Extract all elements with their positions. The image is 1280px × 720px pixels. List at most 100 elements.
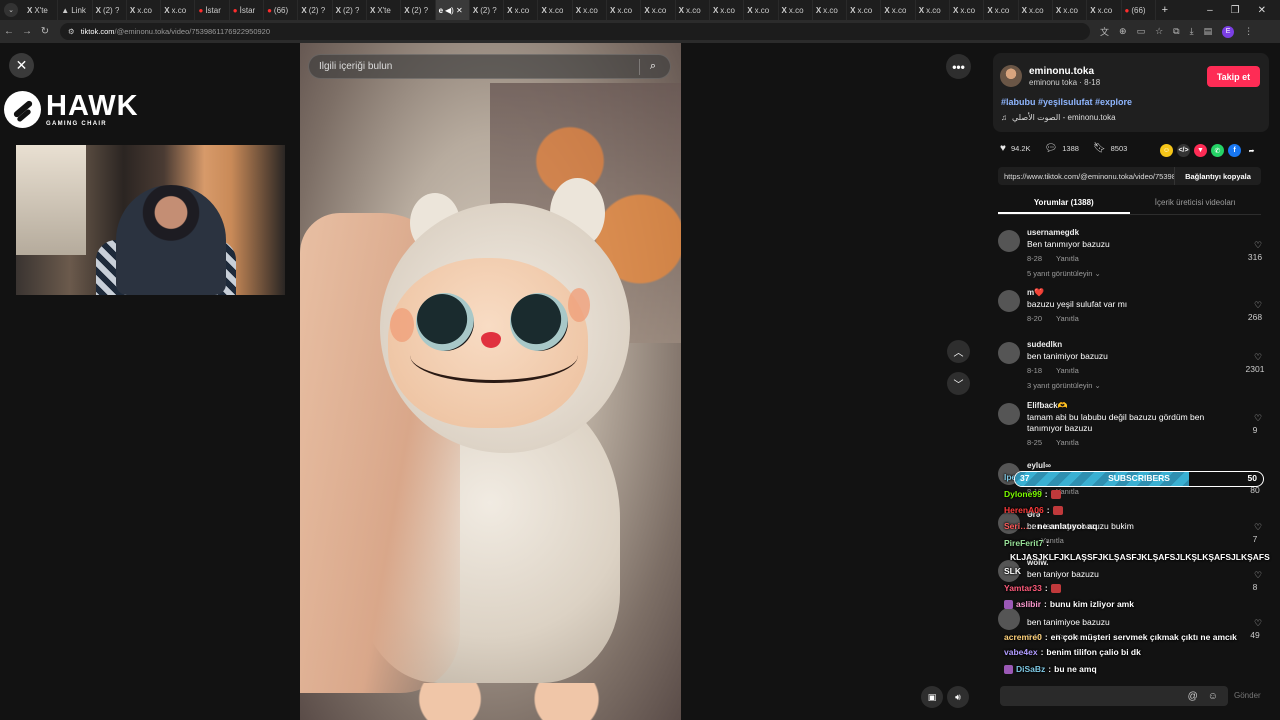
comment-heart-icon[interactable]: ♡ [1248,240,1268,251]
back-icon[interactable]: ← [0,26,18,37]
browser-tab[interactable]: Xx.co [744,0,779,20]
author-name[interactable]: eminonu.toka [1029,66,1094,77]
music-row[interactable]: ♫ الصوت الأصلي - eminonu.toka [1001,113,1116,122]
browser-tab[interactable]: Xx.co [710,0,745,20]
browser-tab[interactable]: ● İstar [230,0,265,20]
maximize-icon[interactable]: ❐ [1231,5,1240,16]
emoji-share-icon[interactable]: ☺ [1160,144,1173,157]
view-replies-link[interactable]: 3 yanıt görüntüleyin ⌄ [1027,381,1101,390]
volume-icon[interactable]: 🔊︎ [947,686,969,708]
emoji-icon[interactable]: ☺ [1208,691,1218,702]
comment-input[interactable]: @ ☺ [1000,686,1228,706]
browser-tab[interactable]: Xx.co [607,0,642,20]
browser-tab[interactable]: ▲ Link [58,0,93,20]
author-avatar[interactable] [1000,65,1022,87]
browser-tab[interactable]: Xx.co [984,0,1019,20]
comment-heart-icon[interactable]: ♡ [1248,522,1268,533]
browser-tab[interactable]: Xx.co [916,0,951,20]
close-icon[interactable]: ✕ [9,53,34,78]
browser-tab[interactable]: Xx.co [1087,0,1122,20]
browser-tab[interactable]: X X'te [24,0,59,20]
view-replies-link[interactable]: 5 yanıt görüntüleyin ⌄ [1027,269,1101,278]
reload-icon[interactable]: ↻ [36,26,54,37]
browser-tab[interactable]: ● (66) [264,0,299,20]
browser-tab[interactable]: Xx.co [813,0,848,20]
browser-tab[interactable]: Xx.co [950,0,985,20]
previous-video-chevron-up-icon[interactable]: ︿ [947,340,970,363]
commenter-avatar[interactable] [998,403,1020,425]
search-input[interactable] [319,61,639,72]
browser-tab[interactable]: e ◀) ✕ [435,0,470,20]
new-tab-button[interactable]: + [1156,4,1174,16]
browser-tab[interactable]: Xx.co [127,0,162,20]
reply-link[interactable]: Yanıtla [1056,254,1079,263]
forward-icon[interactable]: → [18,26,36,37]
browser-tab[interactable]: Xx.co [1053,0,1088,20]
comment-username[interactable]: Elifback🫶 [1027,401,1068,410]
comment-heart-icon[interactable]: ♡ [1248,618,1268,629]
comment-heart-icon[interactable]: ♡ [1248,300,1268,311]
commenter-avatar[interactable] [998,608,1020,630]
bookmark-star-icon[interactable]: ☆ [1155,26,1163,37]
whatsapp-icon[interactable]: ✆ [1211,144,1224,157]
share-arrow-icon[interactable]: ➦ [1245,144,1258,157]
browser-tab[interactable]: Xx.co [779,0,813,20]
comment-heart-icon[interactable]: ♡ [1248,352,1268,363]
comment-action[interactable]: 💬︎ 1388 [1045,143,1079,154]
browser-tab[interactable]: X X'te [367,0,402,20]
browser-tab[interactable]: Xx.co [1019,0,1053,20]
extensions-icon[interactable]: ⧉ [1173,26,1179,37]
copy-link-button[interactable]: Bağlantıyı kopyala [1174,167,1261,185]
profile-avatar[interactable]: E [1222,25,1235,38]
browser-tab[interactable]: ● (66) [1122,0,1156,20]
close-window-icon[interactable]: ✕ [1258,5,1266,16]
send-to-friends-icon[interactable]: ▼ [1194,144,1207,157]
reply-link[interactable]: Yanıtla [1056,314,1079,323]
browser-tab[interactable]: Xx.co [641,0,676,20]
browser-tab[interactable]: ● İstar [195,0,230,20]
download-icon[interactable]: ⤓ [1190,26,1194,37]
browser-tab[interactable]: Xx.co [573,0,608,20]
next-video-chevron-down-icon[interactable]: ﹀ [947,372,970,395]
like-action[interactable]: ♥ 94.2K [1000,143,1031,154]
browser-tab[interactable]: Xx.co [504,0,539,20]
reply-link[interactable]: Yanıtla [1056,438,1079,447]
follow-button[interactable]: Takip et [1207,66,1260,87]
sidebar-icon[interactable]: ▤ [1204,26,1213,37]
browser-tab[interactable]: X (2) ? [470,0,505,20]
browser-tab[interactable]: Xx.co [847,0,882,20]
browser-tab[interactable]: Xx.co [881,0,916,20]
site-info-icon[interactable]: ⚙ [68,27,75,36]
video-link[interactable]: https://www.tiktok.com/@eminonu.toka/vid… [998,172,1174,181]
tab-creator-videos[interactable]: İçerik üreticisi videoları [1130,193,1262,214]
comment-heart-icon[interactable]: ♡ [1248,413,1268,424]
video-player[interactable] [300,43,681,720]
browser-tab[interactable]: X (2) ? [333,0,367,20]
translate-icon[interactable]: 文 [1100,25,1109,38]
commenter-avatar[interactable] [998,290,1020,312]
tab-search-icon[interactable]: ⌄ [4,3,18,17]
comment-username[interactable]: sudedlkn [1027,340,1062,349]
comment-heart-icon[interactable]: ♡ [1248,570,1268,581]
comment-username[interactable]: m❤️ [1027,288,1044,297]
comment-username[interactable]: usernamegdk [1027,228,1079,237]
cast-icon[interactable]: ▭ [1137,26,1146,37]
comment-username[interactable]: eylul∞ [1027,461,1051,470]
save-action[interactable]: 🔖︎ 8503 [1093,143,1127,154]
browser-tab[interactable]: X (2) ? [93,0,127,20]
tab-comments[interactable]: Yorumlar (1388) [998,193,1130,214]
minimize-icon[interactable]: – [1207,5,1213,16]
reply-link[interactable]: Yanıtla [1056,366,1079,375]
zoom-icon[interactable]: ⊕ [1119,26,1127,37]
browser-tab[interactable]: Xx.co [538,0,573,20]
send-button[interactable]: Gönder [1234,691,1261,700]
url-input[interactable]: ⚙ tiktok.com/@eminonu.toka/video/7539861… [60,23,1090,40]
browser-tab[interactable]: X (2) ? [298,0,333,20]
embed-code-icon[interactable]: </> [1177,144,1190,157]
commenter-avatar[interactable] [998,230,1020,252]
miniplayer-icon[interactable]: ▣ [921,686,943,708]
facebook-icon[interactable]: f [1228,144,1241,157]
mention-icon[interactable]: @ [1188,691,1198,702]
browser-tab[interactable]: X (2) ? [401,0,436,20]
browser-menu-icon[interactable]: ⋮ [1244,26,1253,37]
